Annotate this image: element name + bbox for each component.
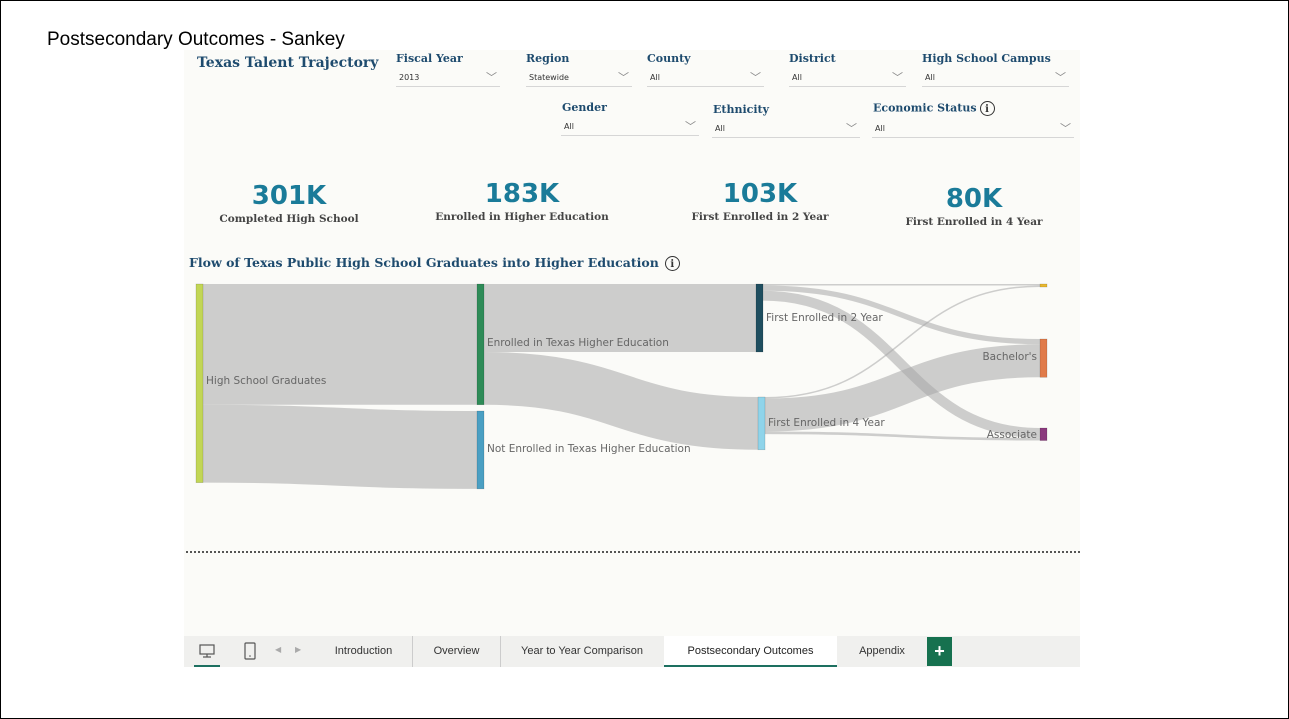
sankey-links bbox=[202, 283, 1041, 489]
desktop-layout-icon[interactable] bbox=[194, 636, 220, 667]
desktop-layout-icon bbox=[199, 644, 215, 658]
previous-page-icon[interactable]: ◀ bbox=[275, 645, 281, 654]
sankey-node-label: Associate bbox=[987, 429, 1037, 441]
sankey-node-label: Enrolled in Texas Higher Education bbox=[487, 337, 669, 349]
sankey-node-as[interactable] bbox=[1039, 427, 1048, 441]
sankey-link-enr-four[interactable] bbox=[483, 351, 759, 450]
sankey-node-label: First Enrolled in 2 Year bbox=[766, 312, 883, 324]
sankey-chart: High School Graduates Enrolled in Texas H… bbox=[195, 283, 1048, 490]
sankey-node-two[interactable] bbox=[755, 283, 764, 353]
tab-appendix[interactable]: Appendix bbox=[842, 636, 922, 667]
next-page-icon[interactable]: ▶ bbox=[295, 645, 301, 654]
mobile-layout-icon[interactable] bbox=[240, 636, 260, 667]
sankey-node-label: Bachelor's bbox=[982, 351, 1037, 363]
tab-overview[interactable]: Overview bbox=[413, 636, 501, 667]
add-page-button[interactable]: + bbox=[927, 637, 952, 666]
sankey-node-four[interactable] bbox=[757, 396, 766, 451]
sankey-node-label: High School Graduates bbox=[206, 375, 326, 387]
section-divider bbox=[186, 551, 1080, 553]
sankey-link-hs-not[interactable] bbox=[202, 404, 478, 489]
sankey-node-label: First Enrolled in 4 Year bbox=[768, 417, 885, 429]
sankey-node-top[interactable] bbox=[1039, 283, 1048, 288]
sankey-node-not[interactable] bbox=[476, 410, 485, 490]
tab-year-to-year[interactable]: Year to Year Comparison bbox=[501, 636, 663, 667]
sankey-node-label: Not Enrolled in Texas Higher Education bbox=[487, 443, 691, 455]
tab-postsecondary-outcomes[interactable]: Postsecondary Outcomes bbox=[664, 636, 837, 667]
tab-introduction[interactable]: Introduction bbox=[315, 636, 413, 667]
mobile-layout-icon bbox=[244, 642, 256, 660]
sankey-node-hs[interactable] bbox=[195, 283, 204, 483]
sankey-node-enr[interactable] bbox=[476, 283, 485, 406]
sankey-node-ba[interactable] bbox=[1039, 338, 1048, 378]
